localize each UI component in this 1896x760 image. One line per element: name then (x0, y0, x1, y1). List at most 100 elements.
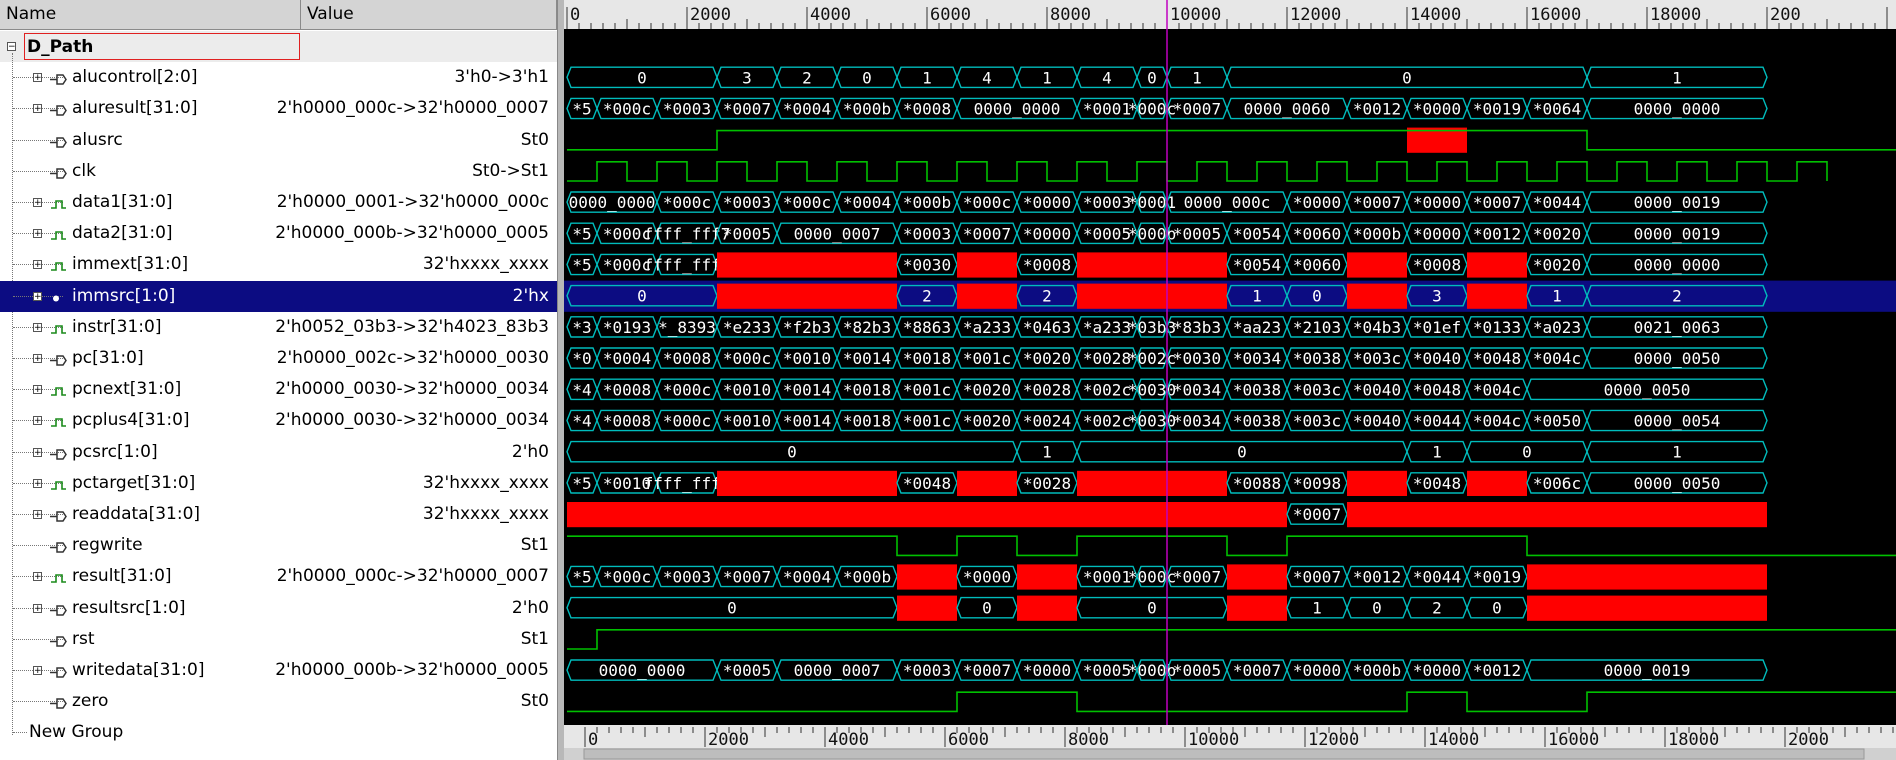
signal-row-regwrite[interactable]: regwrite St1 (0, 530, 557, 561)
wave-clk (567, 161, 1828, 182)
bus-value-label: *0000 (1023, 224, 1071, 243)
bus-output-icon (50, 508, 70, 522)
bus-value-label: 0 (862, 68, 872, 87)
bus-value-label: *0048 (903, 474, 951, 493)
bus-value-label: *0003 (663, 568, 711, 587)
signal-row-resultsrc[interactable]: + resultsrc[1:0] 2'h0 (0, 593, 557, 624)
signal-row-rst[interactable]: rst St1 (0, 624, 557, 655)
expand-icon[interactable]: + (33, 73, 42, 83)
unknown-value-block (717, 470, 897, 496)
bus-value-label: *000c (663, 380, 711, 399)
signal-row-aluresult[interactable]: + aluresult[31:0] 2'h0000_000c->32'h0000_0… (0, 93, 557, 124)
signal-row-writedata[interactable]: + writedata[31:0] 2'h0000_000b->32'h0000_0… (0, 655, 557, 686)
signal-row-pctarget[interactable]: + pctarget[31:0] 32'hxxxx_xxxx (0, 468, 557, 499)
bus-value-label: 0 (1237, 443, 1247, 462)
bus-value-label: *000b (1353, 661, 1401, 680)
signal-row-data2[interactable]: + data2[31:0] 2'h0000_000b->32'h0000_0005 (0, 218, 557, 249)
bus-value-label: 2 (1042, 287, 1052, 306)
bus-value-label: *0007 (1473, 193, 1521, 212)
expand-icon[interactable]: + (33, 260, 42, 270)
signal-row-clk[interactable]: clk St0->St1 (0, 156, 557, 187)
unknown-value-block (567, 502, 1287, 528)
group-name[interactable]: D_Path (24, 33, 300, 60)
signal-name: alucontrol[2:0] (72, 67, 198, 88)
bus-value-label: *0000 (1413, 193, 1461, 212)
bus-value-label: *0003 (903, 661, 951, 680)
signal-row-result[interactable]: + result[31:0] 2'h0000_000c->32'h0000_0007 (0, 561, 557, 592)
wave-regwrite (567, 535, 1896, 557)
bus-value-label: *000c (723, 349, 771, 368)
bus-value-label: *0014 (843, 349, 891, 368)
signal-value: St1 (520, 628, 549, 649)
bus-value-label: *0034 (1173, 380, 1221, 399)
group-row[interactable]: − D_Path (0, 31, 557, 62)
bus-value-label: *0018 (843, 380, 891, 399)
signal-row-data1[interactable]: + data1[31:0] 2'h0000_0001->32'h0000_000c (0, 187, 557, 218)
signal-row-pcnext[interactable]: + pcnext[31:0] 2'h0000_0030->32'h0000_0034 (0, 374, 557, 405)
waveform-canvas[interactable]: 0 2000 4000 6000 8000 10000 12000 14000 16000 180… (564, 0, 1896, 760)
bus-value-label: *f2b3 (783, 318, 831, 337)
expand-icon[interactable]: + (33, 354, 42, 364)
expand-icon[interactable]: + (33, 104, 42, 114)
expand-icon[interactable]: + (33, 416, 42, 426)
expand-icon[interactable]: + (33, 603, 42, 613)
expand-icon[interactable]: + (33, 447, 42, 457)
bus-value-label: *3 (572, 318, 591, 337)
name-column-header[interactable]: Name (0, 0, 301, 29)
signal-name: result[31:0] (72, 566, 172, 587)
signal-value: 2'h0000_000b->32'h0000_0005 (275, 223, 549, 244)
bus-value-label: 0000_0050 (1634, 349, 1721, 368)
signal-row-pcsrc[interactable]: + pcsrc[1:0] 2'h0 (0, 437, 557, 468)
register-icon (50, 196, 70, 209)
bus-value-label: *0007 (723, 568, 771, 587)
bus-value-label: 1 (1312, 599, 1322, 618)
bus-value-label: *0012 (1473, 224, 1521, 243)
bus-value-label: 0 (1312, 287, 1322, 306)
bus-value-label: 0000_0050 (1604, 380, 1691, 399)
expand-icon[interactable]: + (33, 291, 42, 301)
bit-waveform (567, 691, 1896, 713)
signal-name: instr[31:0] (72, 316, 162, 337)
bus-value-label: *0060 (1293, 256, 1341, 275)
signal-row-immext[interactable]: + immext[31:0] 32'hxxxx_xxxx (0, 249, 557, 280)
bus-value-label: *003c (1293, 380, 1341, 399)
expand-icon[interactable]: + (33, 572, 42, 582)
register-icon (50, 383, 70, 396)
expand-icon[interactable]: + (33, 666, 42, 676)
expand-icon[interactable]: + (33, 385, 42, 395)
scrollbar-thumb (583, 748, 1865, 760)
signal-row-pc[interactable]: + pc[31:0] 2'h0000_002c->32'h0000_0030 (0, 343, 557, 374)
signal-row-alusrc[interactable]: alusrc St0 (0, 125, 557, 156)
signal-row-immsrc[interactable]: + immsrc[1:0] 2'hx (0, 280, 557, 312)
bus-value-label: *006c (1533, 474, 1581, 493)
bus-value-label: *0040 (1353, 380, 1401, 399)
signal-value: 2'h0000_000c->32'h0000_0007 (276, 566, 549, 587)
bus-value-label: *0064 (1533, 100, 1581, 119)
expand-icon[interactable]: + (33, 198, 42, 208)
signal-row-alucontrol[interactable]: + alucontrol[2:0] 3'h0->3'h1 (0, 62, 557, 93)
unknown-value-block (1077, 252, 1227, 278)
bus-value-label: *0040 (1413, 349, 1461, 368)
expand-icon[interactable]: + (33, 229, 42, 239)
expand-icon[interactable]: + (33, 322, 42, 332)
signal-name: alusrc (72, 129, 123, 150)
signal-row-zero[interactable]: zero St0 (0, 686, 557, 717)
bus-output-icon (50, 102, 70, 117)
unknown-value-block (717, 283, 897, 309)
bus-value-label: *0020 (963, 380, 1011, 399)
value-column-header[interactable]: Value (301, 0, 557, 29)
expand-icon[interactable]: + (33, 510, 42, 520)
new-group-row[interactable]: New Group (0, 717, 557, 748)
signal-value: 2'h0 (511, 597, 549, 618)
signal-row-instr[interactable]: + instr[31:0] 2'h0052_03b3->32'h4023_83b3 (0, 312, 557, 343)
bus-value-label: *0008 (1023, 256, 1071, 275)
bus-value-label: *0024 (1023, 412, 1071, 431)
bus-value-label: *0038 (1233, 412, 1281, 431)
collapse-icon[interactable]: − (7, 42, 16, 52)
signal-row-pcplus4[interactable]: + pcplus4[31:0] 2'h0000_0030->32'h0000_003… (0, 405, 557, 436)
signal-row-readdata[interactable]: + readdata[31:0] 32'hxxxx_xxxx (0, 499, 557, 530)
expand-icon[interactable]: + (33, 478, 42, 488)
unknown-value-block (717, 252, 897, 278)
bus-value-label: *4 (572, 380, 591, 399)
waveform-panel[interactable]: 0 2000 4000 6000 8000 10000 12000 14000 16000 180… (564, 0, 1896, 760)
